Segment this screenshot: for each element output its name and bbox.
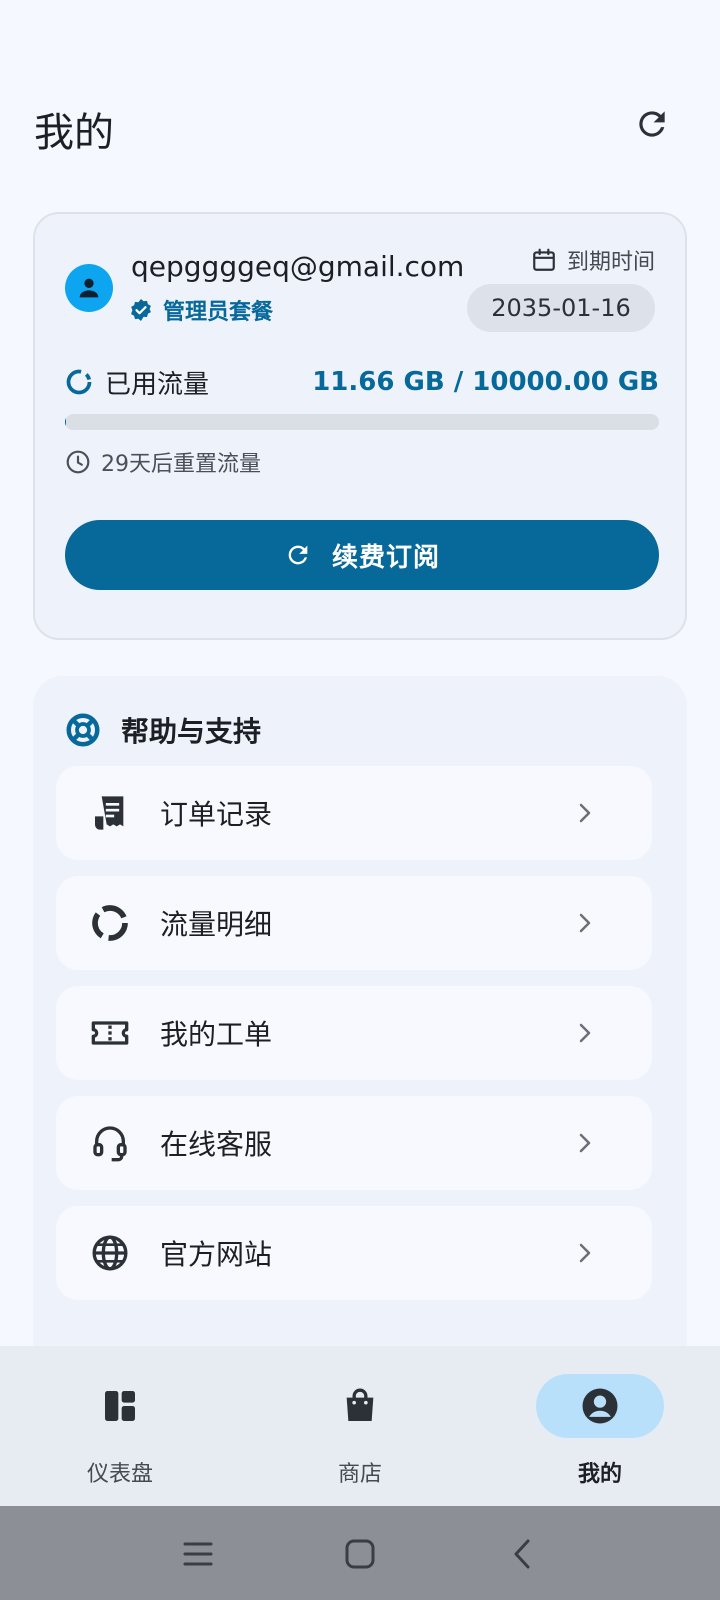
usage-value: 11.66 GB / 10000.00 GB	[312, 367, 659, 397]
chevron-right-icon	[579, 803, 591, 823]
system-navigation-bar	[0, 1506, 720, 1600]
reset-info: 29天后重置流量	[65, 446, 261, 478]
expiry-header: 到期时间	[531, 244, 655, 276]
donut-chart-icon	[92, 905, 128, 941]
expiry-date: 2035-01-16	[467, 284, 655, 332]
person-icon	[79, 278, 99, 298]
nav-label: 商店	[337, 1462, 382, 1487]
dashboard-icon	[105, 1391, 135, 1421]
page-header: 我的	[0, 88, 720, 158]
menu-label: 我的工单	[160, 1018, 273, 1051]
menu-label: 流量明细	[160, 908, 273, 941]
plan-badge: 管理员套餐	[129, 294, 273, 326]
renew-subscription-button[interactable]: 续费订阅	[65, 520, 659, 590]
lifebuoy-icon	[66, 713, 100, 747]
usage-progress-bar	[65, 414, 659, 430]
menu-icon	[183, 1542, 213, 1566]
plan-label: 管理员套餐	[163, 300, 274, 325]
menu-item-live-support[interactable]: 在线客服	[56, 1096, 652, 1190]
nav-dashboard[interactable]: 仪表盘	[0, 1346, 240, 1506]
calendar-icon	[533, 248, 555, 271]
account-icon	[582, 1388, 618, 1424]
support-title: 帮助与支持	[121, 715, 262, 748]
home-button[interactable]	[336, 1530, 384, 1578]
usage-label: 已用流量	[105, 369, 210, 400]
nav-label: 仪表盘	[86, 1462, 153, 1487]
account-email: qepggggeq@gmail.com	[131, 250, 465, 283]
chevron-right-icon	[579, 1133, 591, 1153]
shopping-bag-icon	[346, 1388, 374, 1421]
account-card: qepggggeq@gmail.com 管理员套餐 到期时间 2035-01-1…	[33, 212, 687, 640]
avatar	[65, 264, 113, 312]
expiry-label: 到期时间	[566, 250, 655, 275]
renew-label: 续费订阅	[331, 542, 440, 573]
menu-label: 在线客服	[160, 1128, 273, 1161]
refresh-button[interactable]	[630, 102, 674, 146]
chevron-right-icon	[579, 1243, 591, 1263]
receipt-icon	[95, 796, 124, 830]
nav-store[interactable]: 商店	[240, 1346, 480, 1506]
support-section: 帮助与支持 订单记录 流量明细 我的工单 在线客服 官方网站	[33, 676, 687, 1376]
recent-apps-button[interactable]	[174, 1530, 222, 1578]
chevron-right-icon	[579, 913, 591, 933]
usage-row: 已用流量 11.66 GB / 10000.00 GB	[65, 362, 659, 402]
menu-label: 订单记录	[160, 798, 273, 831]
menu-item-official-website[interactable]: 官方网站	[56, 1206, 652, 1300]
reset-label: 29天后重置流量	[101, 452, 261, 477]
clock-icon	[66, 450, 90, 474]
ticket-icon	[91, 1021, 129, 1045]
menu-item-tickets[interactable]: 我的工单	[56, 986, 652, 1080]
nav-mine[interactable]: 我的	[480, 1346, 720, 1506]
donut-chart-icon	[66, 369, 92, 395]
menu-label: 官方网站	[160, 1238, 273, 1271]
nav-label: 我的	[577, 1462, 622, 1487]
verified-icon	[131, 299, 151, 321]
bottom-navigation: 仪表盘 商店 我的	[0, 1346, 720, 1506]
back-icon	[514, 1539, 530, 1569]
usage-progress-fill	[65, 414, 66, 430]
back-button[interactable]	[498, 1530, 546, 1578]
globe-icon	[92, 1235, 128, 1271]
menu-item-orders[interactable]: 订单记录	[56, 766, 652, 860]
headset-icon	[93, 1126, 127, 1162]
refresh-icon	[639, 111, 665, 137]
page-title: 我的	[34, 110, 114, 156]
chevron-right-icon	[579, 1023, 591, 1043]
support-header: 帮助与支持	[65, 710, 261, 750]
refresh-icon	[288, 545, 308, 565]
home-square-icon	[345, 1539, 375, 1569]
menu-item-traffic-details[interactable]: 流量明细	[56, 876, 652, 970]
